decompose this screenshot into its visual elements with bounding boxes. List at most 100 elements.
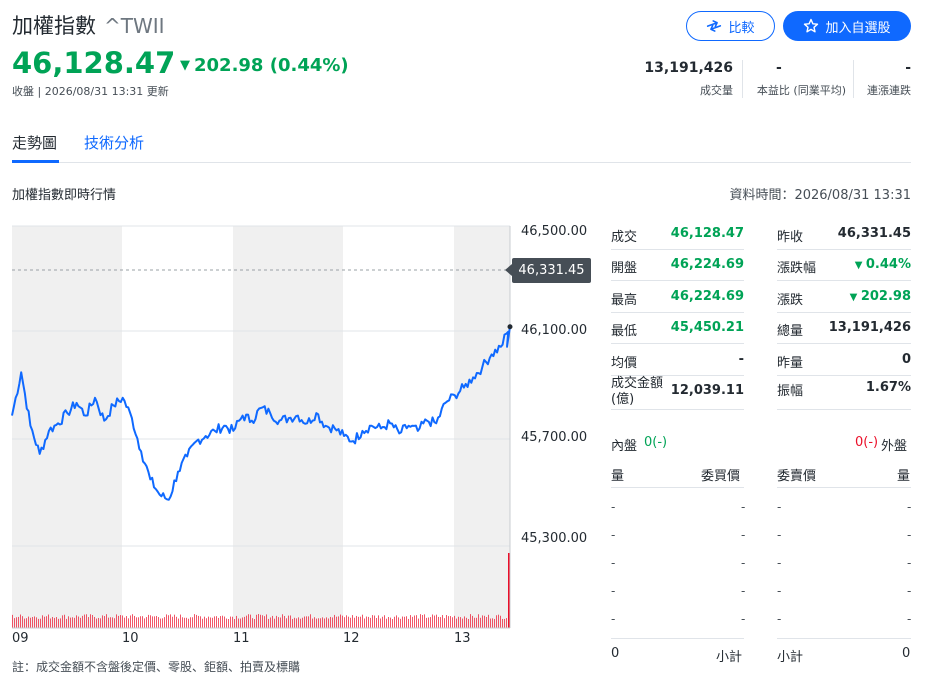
volume-bar [62, 615, 63, 628]
volume-bar [116, 614, 117, 628]
volume-bar [126, 616, 127, 628]
volume-bar [24, 618, 25, 628]
orderbook-cell: - [741, 612, 746, 626]
data-time: 資料時間：2026/08/31 13:31 [729, 188, 911, 203]
volume-bar [400, 618, 401, 628]
volume-bar [278, 617, 279, 628]
volume-bar [396, 615, 397, 628]
volume-bar [506, 618, 507, 628]
volume-bar [282, 614, 283, 628]
volume-bar [500, 615, 501, 628]
volume-bar [334, 614, 335, 628]
divider [611, 280, 744, 281]
volume-bar [266, 614, 267, 628]
volume-bar [244, 616, 245, 628]
volume-bar [304, 616, 305, 628]
add-watchlist-button[interactable]: 加入自選股 [783, 11, 911, 41]
volume-bar [392, 618, 393, 628]
intraday-chart[interactable] [0, 0, 600, 679]
volume-bar [22, 616, 23, 628]
volume-bar [98, 617, 99, 628]
volume-bar [448, 616, 449, 628]
volume-bar [196, 614, 197, 628]
volume-bar [480, 617, 481, 628]
quote-value: 45,450.21 [671, 320, 744, 335]
orderbook-cell: - [907, 584, 912, 598]
volume-bar [482, 615, 483, 628]
volume-bar [58, 618, 59, 628]
volume-bar [394, 616, 395, 628]
volume-bar [192, 617, 193, 628]
divider [777, 343, 911, 344]
volume-bar [300, 618, 301, 628]
orderbook-cell: - [777, 528, 782, 542]
volume-bar [416, 615, 417, 628]
quote-value-text: 13,191,426 [828, 320, 911, 335]
volume-bar [218, 617, 219, 628]
volume-bar [264, 616, 265, 628]
volume-bar [54, 617, 55, 628]
volume-bar [206, 618, 207, 628]
last-price-point [507, 324, 513, 330]
volume-bar [332, 617, 333, 628]
volume-bar [456, 618, 457, 628]
volume-bar [324, 618, 325, 628]
volume-bar [110, 617, 111, 628]
divider [611, 487, 744, 488]
quote-label: 總量 [777, 324, 804, 339]
volume-bar [228, 618, 229, 628]
volume-bar [464, 616, 465, 628]
volume-bar [80, 617, 81, 628]
volume-bar [252, 618, 253, 628]
volume-bar [160, 618, 161, 628]
volume-bar [320, 618, 321, 628]
volume-bar [154, 616, 155, 628]
compare-icon [706, 18, 722, 34]
volume-bar [356, 615, 357, 628]
volume-bar [390, 617, 391, 628]
volume-bar [402, 616, 403, 628]
volume-bar [306, 616, 307, 628]
y-tick-label: 46,500.00 [521, 224, 588, 239]
compare-button[interactable]: 比較 [686, 11, 775, 41]
volume-bar [152, 616, 153, 628]
volume-bar [272, 615, 273, 628]
volume-bar [64, 614, 65, 628]
outer-label: 外盤 [881, 439, 908, 454]
quote-value-text: 0 [901, 352, 911, 367]
divider [777, 638, 911, 639]
volume-bar [236, 615, 237, 628]
outer-value: 0(-) [855, 435, 879, 450]
volume-bar [262, 615, 263, 628]
bid-subtotal-qty: 0 [611, 646, 620, 661]
volume-bar [460, 617, 461, 628]
volume-bar [484, 615, 485, 628]
volume-bar [74, 617, 75, 628]
volume-bar [426, 617, 427, 628]
volume-bar [492, 618, 493, 628]
quote-value: ▼ 202.98 [850, 289, 911, 304]
quote-label: 成交 [611, 230, 638, 245]
volume-bar [212, 617, 213, 628]
volume-bar [130, 615, 131, 628]
volume-bar [188, 618, 189, 628]
stat-streak: - 連漲連跌 [867, 60, 911, 98]
volume-bar [164, 617, 165, 628]
volume-bar [194, 614, 195, 628]
quote-value: - [739, 352, 744, 367]
volume-bar [408, 618, 409, 628]
bid-price-header: 委買價 [701, 469, 741, 484]
y-tick-label: 46,100.00 [521, 323, 588, 338]
volume-bar [214, 616, 215, 628]
volume-bar [16, 617, 17, 628]
quote-label: 漲跌 [777, 293, 804, 308]
quote-label: 漲跌幅 [777, 261, 817, 276]
chart-band [12, 226, 122, 628]
quote-value: 46,128.47 [671, 226, 744, 241]
divider [777, 312, 911, 313]
volume-bar [168, 615, 169, 628]
volume-bar [140, 616, 141, 628]
orderbook-cell: - [777, 612, 782, 626]
volume-bar [380, 618, 381, 628]
volume-bar [322, 617, 323, 628]
